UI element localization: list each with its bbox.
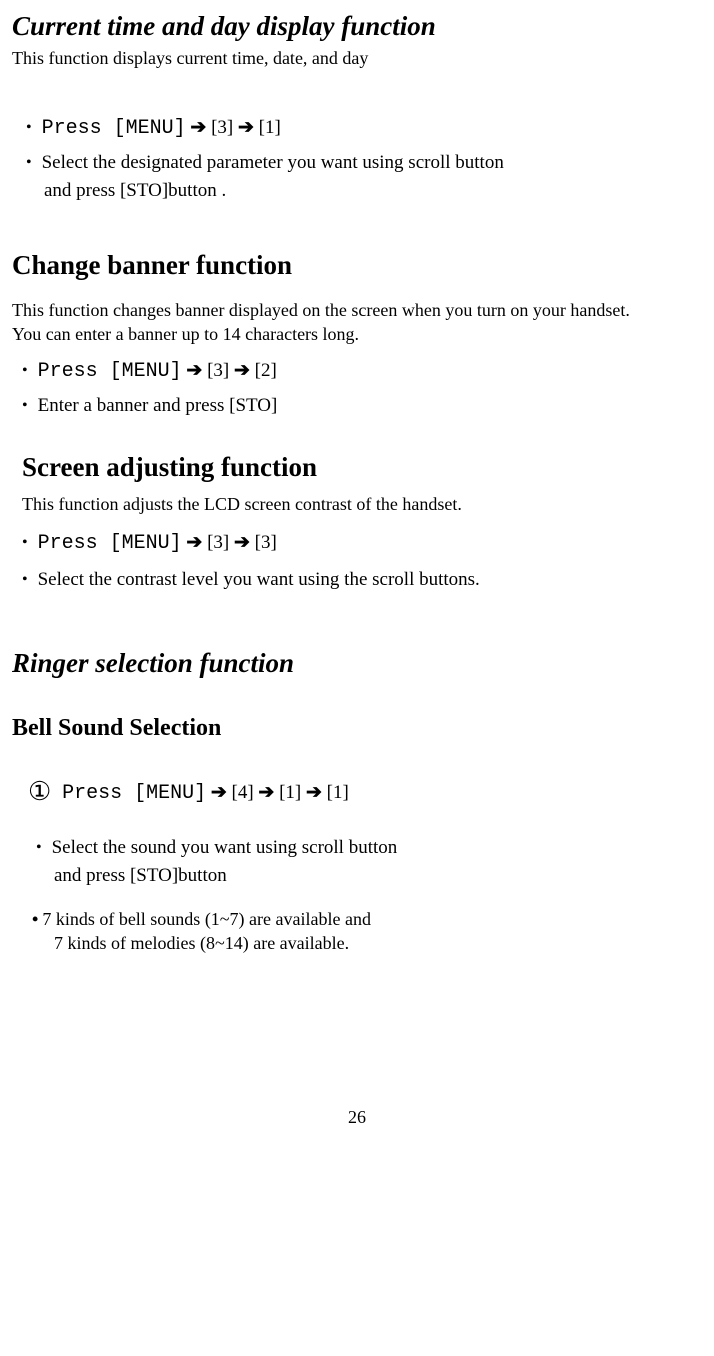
bullet-icon: • <box>22 358 28 384</box>
step-text: [1] <box>274 782 306 803</box>
section1-desc: This function displays current time, dat… <box>12 46 702 70</box>
desc-line: This function changes banner displayed o… <box>12 298 702 322</box>
section3-desc: This function adjusts the LCD screen con… <box>22 492 702 516</box>
step-text: Press [MENU] <box>42 117 186 140</box>
section4-step2: • Select the sound you want using scroll… <box>26 835 702 889</box>
section4-note: • 7 kinds of bell sounds (1~7) are avail… <box>32 907 702 931</box>
arrow-icon: ➔ <box>186 532 202 553</box>
step-text-cont: and press [STO]button . <box>44 178 702 204</box>
step-text: Select the designated parameter you want… <box>42 152 504 173</box>
step-text: Select the contrast level you want using… <box>38 567 480 593</box>
arrow-icon: ➔ <box>211 782 227 803</box>
step-text: [3] <box>250 532 277 553</box>
note-text-cont: 7 kinds of melodies (8~14) are available… <box>54 931 702 955</box>
bullet-icon: • <box>26 115 32 141</box>
arrow-icon: ➔ <box>238 117 254 138</box>
section4-step1: ① Press [MENU] ➔ [4] ➔ [1] ➔ [1] <box>20 774 702 809</box>
section2-title: Change banner function <box>12 247 702 283</box>
arrow-icon: ➔ <box>186 360 202 381</box>
bullet-icon: • <box>36 835 42 861</box>
step-text: [2] <box>250 360 277 381</box>
bullet-icon: • <box>22 567 28 593</box>
step-text: [1] <box>254 117 281 138</box>
arrow-icon: ➔ <box>234 532 250 553</box>
step-text-cont: and press [STO]button <box>54 863 702 889</box>
desc-line: You can enter a banner up to 14 characte… <box>12 322 702 346</box>
circled-one-icon: ① <box>28 777 51 806</box>
section1-step2: • Select the designated parameter you wa… <box>26 150 702 176</box>
section4-subtitle: Bell Sound Selection <box>12 712 702 744</box>
step-text: [3] <box>202 532 234 553</box>
step-text: Press [MENU] <box>38 532 182 555</box>
step-text: [4] <box>227 782 259 803</box>
section2-step1: • Press [MENU] ➔ [3] ➔ [2] <box>22 358 702 385</box>
bullet-icon: • <box>22 530 28 556</box>
note-text: 7 kinds of bell sounds (1~7) are availab… <box>42 907 371 931</box>
arrow-icon: ➔ <box>234 360 250 381</box>
section3-step2: • Select the contrast level you want usi… <box>22 567 702 593</box>
arrow-icon: ➔ <box>190 117 206 138</box>
section2-desc: This function changes banner displayed o… <box>12 298 702 347</box>
section1-title: Current time and day display function <box>12 8 702 44</box>
page-number: 26 <box>12 1105 702 1129</box>
step-text: Press [MENU] <box>38 360 182 383</box>
section1-step1: • Press [MENU] ➔ [3] ➔ [1] <box>26 115 702 142</box>
bullet-icon: • <box>22 393 28 419</box>
step-text: Select the sound you want using scroll b… <box>52 835 398 861</box>
section4-title: Ringer selection function <box>12 645 702 681</box>
bullet-icon: • <box>32 907 38 931</box>
step-text: [3] <box>202 360 234 381</box>
step-text: Press [MENU] <box>62 782 206 805</box>
step-text: [1] <box>322 782 349 803</box>
section3-step1: • Press [MENU] ➔ [3] ➔ [3] <box>22 530 702 557</box>
bullet-icon: • <box>26 150 32 176</box>
section2-step2: • Enter a banner and press [STO] <box>22 393 702 419</box>
arrow-icon: ➔ <box>306 782 322 803</box>
section3-title: Screen adjusting function <box>22 449 702 485</box>
step-text: [3] <box>206 117 238 138</box>
step-text: Enter a banner and press [STO] <box>38 393 278 419</box>
arrow-icon: ➔ <box>258 782 274 803</box>
